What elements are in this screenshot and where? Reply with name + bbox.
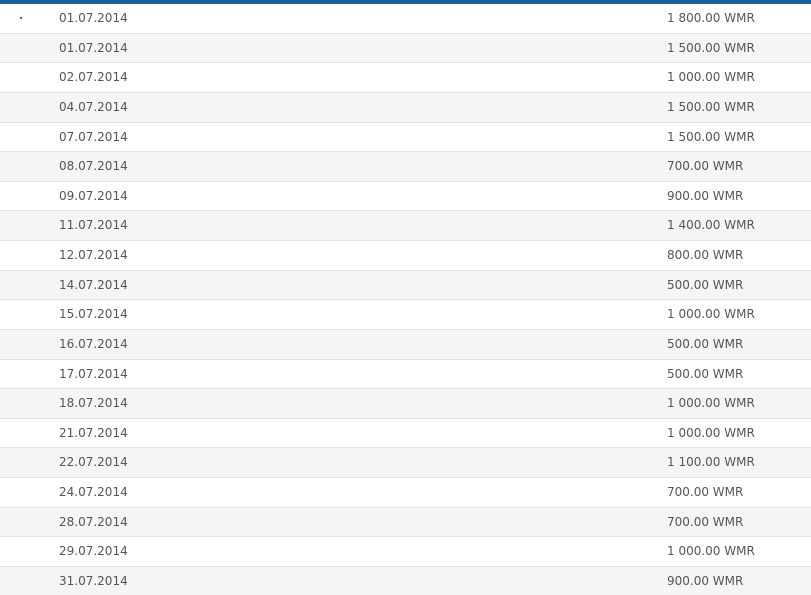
amount-cell: 1 000.00 WMR — [667, 425, 755, 440]
date-cell: 14.07.2014 — [59, 277, 128, 292]
table-row: 01.07.2014 1 800.00 WMR — [0, 4, 811, 34]
amount-cell: 500.00 WMR — [667, 277, 744, 292]
table-row: 16.07.2014 500.00 WMR — [0, 329, 811, 360]
date-cell: 17.07.2014 — [59, 366, 128, 381]
date-cell: 01.07.2014 — [59, 11, 128, 25]
date-cell: 24.07.2014 — [59, 485, 128, 499]
amount-cell: 1 500.00 WMR — [667, 129, 755, 144]
table-row: 01.07.2014 1 500.00 WMR — [0, 33, 811, 64]
table-row: 15.07.2014 1 000.00 WMR — [0, 300, 811, 330]
table-row: 18.07.2014 1 000.00 WMR — [0, 389, 811, 419]
table-row: 08.07.2014 700.00 WMR — [0, 152, 811, 182]
table-row: 04.07.2014 1 500.00 WMR — [0, 92, 811, 123]
amount-cell: 1 500.00 WMR — [667, 40, 755, 55]
amount-cell: 500.00 WMR — [667, 366, 744, 381]
transactions-table: 01.07.2014 1 800.00 WMR 01.07.2014 1 500… — [0, 4, 811, 595]
table-row: 31.07.2014 900.00 WMR — [0, 566, 811, 595]
amount-cell: 700.00 WMR — [667, 159, 744, 174]
date-cell: 18.07.2014 — [59, 396, 128, 411]
date-cell: 11.07.2014 — [59, 218, 128, 233]
table-row: 21.07.2014 1 000.00 WMR — [0, 418, 811, 449]
date-cell: 21.07.2014 — [59, 425, 128, 440]
table-row: 09.07.2014 900.00 WMR — [0, 181, 811, 212]
amount-cell: 1 000.00 WMR — [667, 544, 755, 559]
table-row: 12.07.2014 800.00 WMR — [0, 241, 811, 271]
date-cell: 01.07.2014 — [59, 40, 128, 55]
table-row: 02.07.2014 1 000.00 WMR — [0, 63, 811, 93]
date-cell: 16.07.2014 — [59, 336, 128, 351]
payments-page: 01.07.2014 1 800.00 WMR 01.07.2014 1 500… — [0, 0, 811, 595]
amount-cell: 1 800.00 WMR — [667, 11, 755, 25]
amount-cell: 900.00 WMR — [667, 188, 744, 203]
amount-cell: 800.00 WMR — [667, 248, 744, 262]
amount-cell: 1 000.00 WMR — [667, 70, 755, 85]
amount-cell: 500.00 WMR — [667, 336, 744, 351]
amount-cell: 1 400.00 WMR — [667, 218, 755, 233]
amount-cell: 1 100.00 WMR — [667, 455, 755, 470]
date-cell: 02.07.2014 — [59, 70, 128, 85]
date-cell: 12.07.2014 — [59, 248, 128, 262]
table-row: 24.07.2014 700.00 WMR — [0, 478, 811, 508]
date-cell: 31.07.2014 — [59, 573, 128, 588]
amount-cell: 700.00 WMR — [667, 514, 744, 529]
date-cell: 29.07.2014 — [59, 544, 128, 559]
table-row: 28.07.2014 700.00 WMR — [0, 507, 811, 538]
date-cell: 07.07.2014 — [59, 129, 128, 144]
bullet-dot — [20, 17, 22, 19]
amount-cell: 900.00 WMR — [667, 573, 744, 588]
table-row: 29.07.2014 1 000.00 WMR — [0, 537, 811, 567]
table-row: 07.07.2014 1 500.00 WMR — [0, 122, 811, 153]
table-row: 11.07.2014 1 400.00 WMR — [0, 211, 811, 241]
date-cell: 22.07.2014 — [59, 455, 128, 470]
table-row: 22.07.2014 1 100.00 WMR — [0, 448, 811, 478]
date-cell: 28.07.2014 — [59, 514, 128, 529]
date-cell: 09.07.2014 — [59, 188, 128, 203]
amount-cell: 1 500.00 WMR — [667, 99, 755, 114]
amount-cell: 700.00 WMR — [667, 485, 744, 499]
table-row: 17.07.2014 500.00 WMR — [0, 359, 811, 390]
date-cell: 08.07.2014 — [59, 159, 128, 174]
table-row: 14.07.2014 500.00 WMR — [0, 270, 811, 301]
date-cell: 04.07.2014 — [59, 99, 128, 114]
amount-cell: 1 000.00 WMR — [667, 396, 755, 411]
date-cell: 15.07.2014 — [59, 307, 128, 322]
amount-cell: 1 000.00 WMR — [667, 307, 755, 322]
